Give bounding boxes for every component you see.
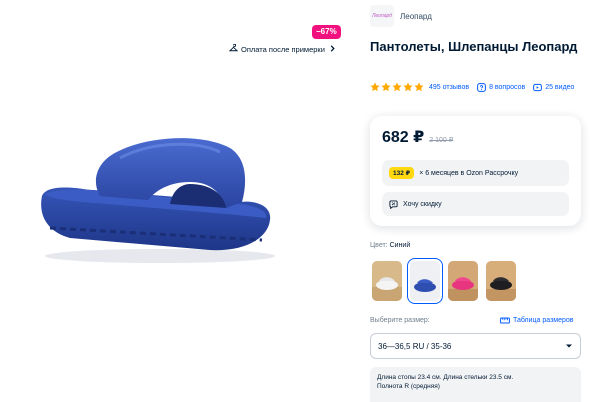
color-label-prefix: Цвет:: [370, 242, 388, 249]
size-select-value: 36—36,5 RU / 35-36: [378, 341, 452, 351]
installment-text: × 6 месяцев в Ozon Рассрочку: [419, 169, 519, 177]
size-select[interactable]: 36—36,5 RU / 35-36: [370, 333, 581, 359]
discount-badge: −67%: [312, 25, 341, 39]
question-icon: [477, 82, 486, 92]
try-then-pay-label: Оплата после примерки: [241, 44, 325, 54]
want-discount-button[interactable]: Хочу скидку: [382, 192, 569, 216]
size-desc-line1: Длина стопы 23.4 см. Длина стельки 23.5 …: [377, 374, 514, 381]
video-icon: [533, 83, 543, 91]
old-price: 2 100 ₽: [429, 137, 454, 144]
star-icon: [403, 82, 413, 92]
product-main-image[interactable]: [30, 128, 280, 268]
reviews-link[interactable]: 495 отзывов: [429, 84, 469, 91]
discount-chat-icon: [389, 199, 398, 209]
color-value: Синий: [389, 242, 411, 249]
product-title: Пантолеты, Шлепанцы Леопард: [370, 39, 578, 54]
color-label: Цвет: Синий: [370, 242, 410, 249]
current-price: 682 ₽: [382, 129, 425, 146]
installment-badge: 132 ₽: [389, 167, 415, 179]
star-icon: [414, 82, 424, 92]
ruler-icon: [500, 317, 510, 324]
questions-count: 8 вопросов: [489, 83, 526, 91]
try-then-pay-link[interactable]: Оплата после примерки: [226, 42, 340, 56]
hanger-icon: [228, 43, 239, 55]
size-table-label: Таблица размеров: [513, 317, 574, 324]
size-label: Выберите размер:: [370, 317, 430, 324]
rating-stars[interactable]: [370, 82, 424, 92]
questions-link[interactable]: 8 вопросов: [477, 82, 526, 92]
color-swatch-black[interactable]: [486, 261, 516, 301]
color-swatches: [372, 258, 516, 304]
chevron-down-icon: [566, 344, 572, 348]
color-swatch-white[interactable]: [372, 261, 402, 301]
star-icon: [392, 82, 402, 92]
product-stats: 495 отзывов 8 вопросов 25 видео: [370, 82, 582, 92]
want-discount-label: Хочу скидку: [403, 200, 442, 208]
product-info: Леопард Леопард Пантолеты, Шлепанцы Леоп…: [370, 0, 600, 402]
videos-count: 25 видео: [545, 83, 575, 91]
videos-link[interactable]: 25 видео: [533, 83, 574, 92]
brand-logo: Леопард: [370, 5, 394, 27]
price-card: 682 ₽ 2 100 ₽ 132 ₽ × 6 месяцев в Ozon Р…: [370, 116, 581, 226]
chevron-right-icon: [328, 44, 337, 55]
price-row: 682 ₽ 2 100 ₽: [382, 127, 453, 147]
color-swatch-blue[interactable]: [407, 258, 443, 304]
size-desc-line2: Полнота R (средняя): [377, 383, 440, 390]
star-icon: [381, 82, 391, 92]
color-swatch-pink[interactable]: [448, 261, 478, 301]
size-table-link[interactable]: Таблица размеров: [500, 316, 574, 325]
reviews-count: 495 отзывов: [429, 83, 470, 91]
installment-button[interactable]: 132 ₽ × 6 месяцев в Ozon Рассрочку: [382, 160, 569, 186]
brand-link[interactable]: Леопард Леопард: [370, 5, 432, 27]
brand-name: Леопард: [400, 11, 432, 21]
size-description: Длина стопы 23.4 см. Длина стельки 23.5 …: [370, 367, 581, 402]
product-gallery: −67% Оплата после примерки: [0, 0, 356, 402]
star-icon: [370, 82, 380, 92]
